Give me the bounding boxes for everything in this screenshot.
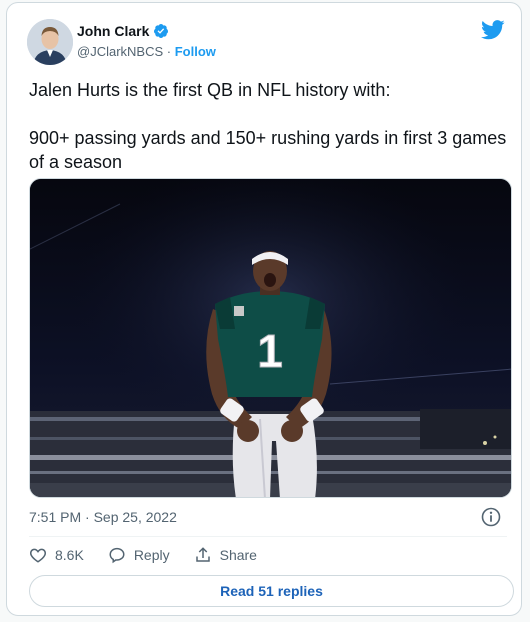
tweet-text: Jalen Hurts is the first QB in NFL histo… <box>29 78 507 174</box>
handle-separator: · <box>163 44 175 59</box>
tweet-timestamp[interactable]: 7:51 PM · Sep 25, 2022 <box>29 509 177 525</box>
share-label: Share <box>219 547 257 563</box>
reply-icon <box>109 547 125 564</box>
twitter-bird-icon[interactable] <box>481 20 505 40</box>
author-name[interactable]: John Clark <box>77 23 149 39</box>
verified-badge-icon <box>154 24 169 38</box>
tweet-photo[interactable]: 1 <box>29 178 512 498</box>
tweet-text-line-2: 900+ passing yards and 150+ rushing yard… <box>29 128 507 172</box>
share-icon <box>195 547 210 562</box>
jersey-number: 1 <box>257 325 283 377</box>
share-button[interactable]: Share <box>194 546 257 564</box>
like-count: 8.6K <box>55 547 84 563</box>
follow-button[interactable]: Follow <box>175 44 216 59</box>
author-handle-row: @JClarkNBCS · Follow <box>77 44 216 59</box>
tweet-card: John Clark @JClarkNBCS · Follow Jalen Hu… <box>6 2 522 616</box>
tweet-actions: 8.6K Reply Share <box>29 546 281 564</box>
author-name-row[interactable]: John Clark <box>77 23 169 39</box>
divider <box>29 536 507 537</box>
reply-button[interactable]: Reply <box>108 546 170 564</box>
tweet-text-line-1: Jalen Hurts is the first QB in NFL histo… <box>29 80 391 100</box>
info-icon[interactable] <box>481 507 501 527</box>
read-replies-button[interactable]: Read 51 replies <box>29 575 514 607</box>
reply-label: Reply <box>133 547 170 563</box>
heart-icon <box>30 548 46 563</box>
author-handle[interactable]: @JClarkNBCS <box>77 44 163 59</box>
like-button[interactable]: 8.6K <box>29 546 84 564</box>
avatar[interactable] <box>27 19 73 65</box>
